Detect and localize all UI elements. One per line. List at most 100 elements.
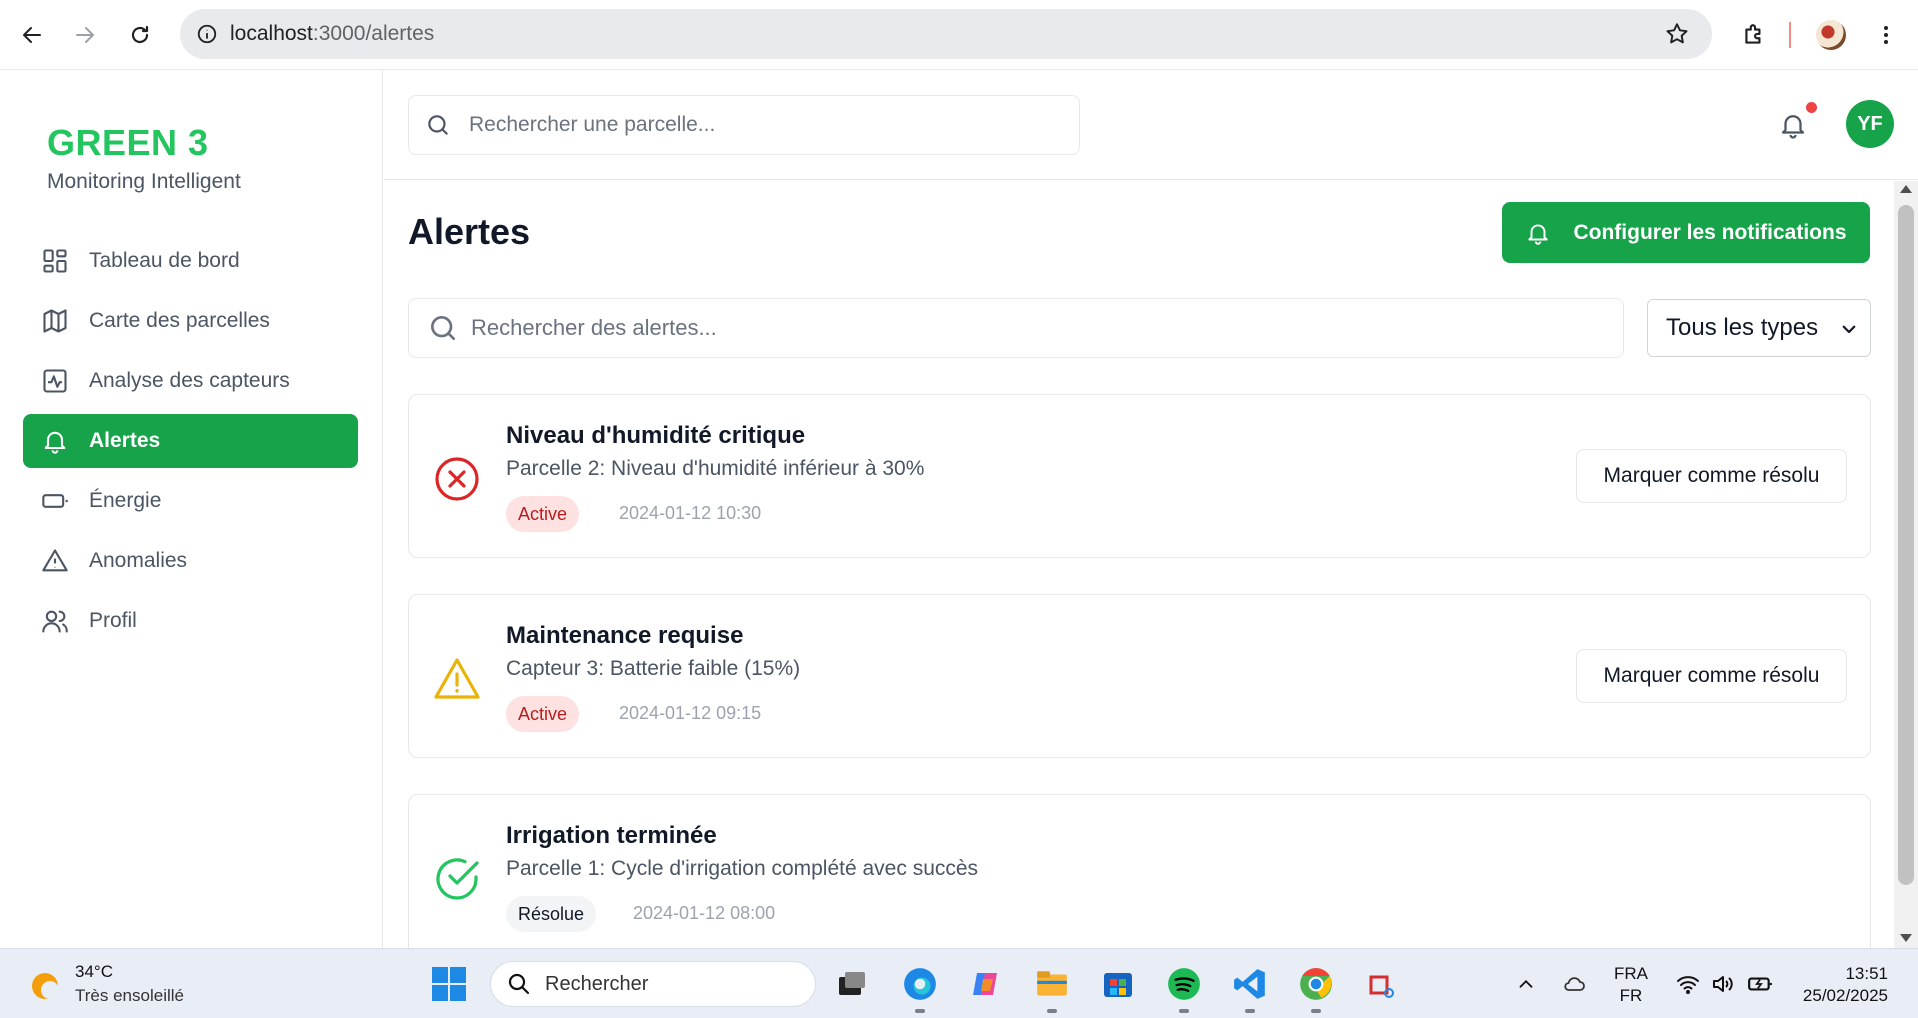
profile-button[interactable]	[1813, 17, 1849, 53]
notification-indicator	[1806, 102, 1817, 113]
language-code: FRA	[1614, 964, 1648, 983]
copilot-icon[interactable]	[966, 964, 1006, 1004]
chevron-up-icon[interactable]	[1506, 964, 1546, 1004]
task-view-icon[interactable]	[832, 964, 872, 1004]
map-icon	[41, 307, 69, 335]
sidebar-item-profil[interactable]: Profil	[23, 594, 358, 648]
alert-card: Irrigation terminée Parcelle 1: Cycle d'…	[408, 794, 1871, 948]
notifications-bell-icon[interactable]	[1778, 110, 1808, 140]
arrow-right-icon	[76, 27, 94, 43]
extensions-button[interactable]	[1736, 17, 1772, 53]
configure-notifications-label: Configurer les notifications	[1573, 220, 1847, 244]
user-avatar[interactable]: YF	[1846, 100, 1894, 148]
users-icon	[41, 607, 69, 635]
weather-temperature: 34°C	[75, 962, 113, 981]
sidebar-item-label: Énergie	[89, 489, 162, 512]
configure-notifications-button[interactable]: Configurer les notifications	[1502, 202, 1870, 263]
chrome-icon[interactable]	[1296, 964, 1336, 1004]
reload-icon	[131, 25, 149, 44]
brand-subtitle: Monitoring Intelligent	[47, 170, 241, 193]
chevron-down-icon	[1842, 325, 1856, 334]
snipping-tool-icon[interactable]	[1362, 964, 1402, 1004]
sidebar-item-anomalies[interactable]: Anomalies	[23, 534, 358, 588]
input-language[interactable]: FRA FR	[1614, 963, 1648, 1007]
sidebar-item-alertes[interactable]: Alertes	[23, 414, 358, 468]
sidebar: GREEN 3 Monitoring Intelligent Tableau d…	[0, 70, 383, 948]
weather-sun-icon[interactable]	[28, 969, 62, 1003]
edge-browser-icon[interactable]	[900, 964, 940, 1004]
taskbar: 34°C Très ensoleillé Rechercher FRA FR 13…	[0, 948, 1918, 1018]
battery-charging-icon[interactable]	[1740, 964, 1780, 1004]
parcel-search-input[interactable]: Rechercher une parcelle...	[408, 95, 1080, 155]
sidebar-item-tableau-de-bord[interactable]: Tableau de bord	[23, 234, 358, 288]
sidebar-item-analyse-des-capteurs[interactable]: Analyse des capteurs	[23, 354, 358, 408]
sidebar-item-label: Alertes	[89, 429, 161, 452]
more-vertical-icon	[1884, 26, 1888, 44]
url-host: localhost	[230, 22, 313, 45]
onedrive-cloud-icon[interactable]	[1554, 964, 1594, 1004]
type-filter-select[interactable]: Tous les types	[1647, 299, 1871, 357]
activity-icon	[41, 367, 69, 395]
address-bar[interactable]: localhost:3000/alertes	[180, 9, 1712, 59]
taskbar-search-input[interactable]: Rechercher	[490, 961, 816, 1007]
search-icon	[431, 316, 455, 340]
sidebar-item-label: Tableau de bord	[89, 249, 240, 272]
clock-date: 25/02/2025	[1802, 986, 1888, 1005]
alert-card: Maintenance requise Capteur 3: Batterie …	[408, 594, 1871, 758]
bookmark-star-icon[interactable]	[1664, 21, 1690, 47]
scrollbar-thumb[interactable]	[1898, 205, 1914, 885]
file-explorer-icon[interactable]	[1032, 964, 1072, 1004]
app-running-indicator	[1311, 1009, 1321, 1013]
sidebar-item-carte-des-parcelles[interactable]: Carte des parcelles	[23, 294, 358, 348]
scroll-down-arrow-icon[interactable]	[1900, 934, 1912, 942]
weather-description: Très ensoleillé	[75, 986, 184, 1005]
app-running-indicator	[915, 1009, 925, 1013]
alert-card: Niveau d'humidité critique Parcelle 2: N…	[408, 394, 1871, 558]
warning-icon	[41, 547, 69, 575]
profile-avatar-icon	[1816, 20, 1846, 50]
warning-triangle-icon	[434, 658, 480, 699]
browser-menu-button[interactable]	[1868, 17, 1904, 53]
alert-timestamp: 2024-01-12 08:00	[633, 903, 776, 923]
microsoft-store-icon[interactable]	[1098, 964, 1138, 1004]
page-title: Alertes	[408, 211, 531, 252]
sidebar-item-label: Analyse des capteurs	[89, 369, 290, 392]
scroll-up-arrow-icon[interactable]	[1900, 185, 1912, 193]
app-running-indicator	[1179, 1009, 1189, 1013]
search-icon	[508, 973, 530, 995]
back-button[interactable]	[14, 17, 50, 53]
search-icon	[428, 115, 448, 135]
spotify-icon[interactable]	[1164, 964, 1204, 1004]
sidebar-item-energie[interactable]: Énergie	[23, 474, 358, 528]
dashboard-icon	[41, 247, 69, 275]
mark-resolved-button[interactable]: Marquer comme résolu	[1576, 649, 1847, 703]
alert-title: Niveau d'humidité critique	[506, 422, 806, 449]
alert-description: Parcelle 2: Niveau d'humidité inférieur …	[506, 457, 925, 480]
sidebar-item-label: Anomalies	[89, 549, 188, 572]
alert-search-input[interactable]: Rechercher des alertes...	[408, 298, 1624, 358]
reload-button[interactable]	[122, 17, 158, 53]
alert-search-placeholder: Rechercher des alertes...	[471, 315, 717, 340]
keyboard-layout: FR	[1619, 986, 1643, 1005]
type-filter-value: Tous les types	[1666, 314, 1819, 341]
app-running-indicator	[1245, 1009, 1255, 1013]
taskbar-search-placeholder: Rechercher	[545, 972, 649, 995]
system-clock[interactable]: 13:51 25/02/2025	[1796, 963, 1888, 1007]
forward-button[interactable]	[67, 17, 103, 53]
mark-resolved-button[interactable]: Marquer comme résolu	[1576, 449, 1847, 503]
sidebar-nav: Tableau de bord Carte des parcelles Anal…	[23, 234, 358, 654]
toolbar-separator	[1789, 22, 1791, 48]
arrow-left-icon	[23, 27, 41, 43]
browser-toolbar: localhost:3000/alertes	[0, 0, 1918, 70]
check-circle-icon	[436, 858, 479, 900]
app-running-indicator	[1047, 1009, 1057, 1013]
vscode-icon[interactable]	[1230, 964, 1270, 1004]
windows-start-icon[interactable]	[432, 967, 466, 1001]
volume-icon[interactable]	[1702, 964, 1742, 1004]
alert-timestamp: 2024-01-12 10:30	[619, 503, 762, 523]
alert-title: Irrigation terminée	[506, 822, 717, 849]
error-circle-icon	[435, 457, 479, 501]
bell-icon	[1528, 223, 1549, 245]
page-scrollbar[interactable]	[1894, 181, 1918, 948]
site-info-icon[interactable]	[194, 21, 220, 47]
